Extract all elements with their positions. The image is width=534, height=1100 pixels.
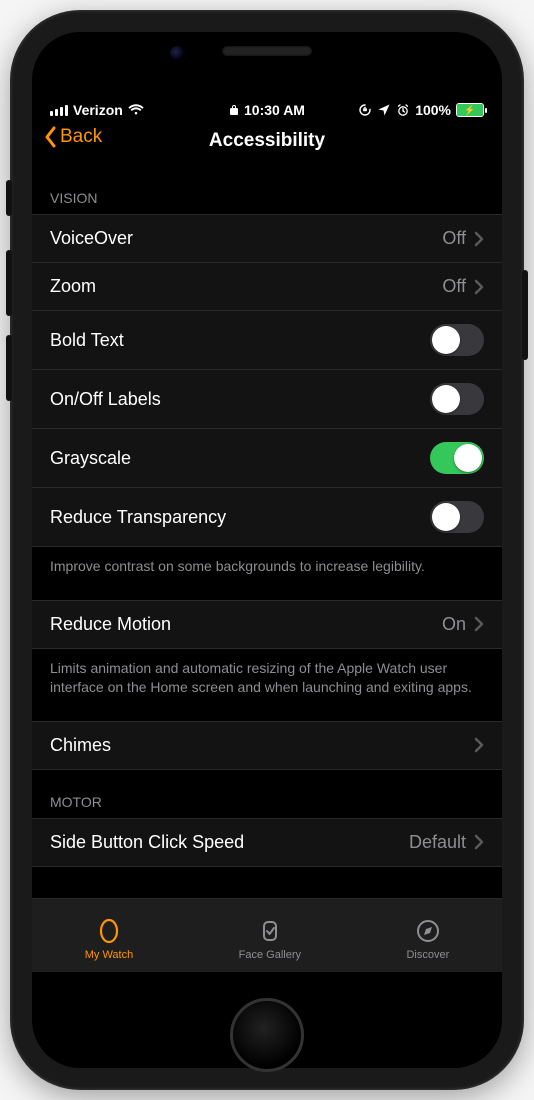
- battery-percent: 100%: [415, 102, 451, 118]
- note-reduce-motion: Limits animation and automatic resizing …: [32, 649, 502, 701]
- section-header-vision: VISION: [32, 166, 502, 214]
- row-label: On/Off Labels: [50, 389, 161, 410]
- tab-face-gallery[interactable]: Face Gallery: [239, 917, 301, 961]
- section-header-motor: MOTOR: [32, 770, 502, 818]
- note-reduce-transparency: Improve contrast on some backgrounds to …: [32, 547, 502, 580]
- toggle-onoff-labels[interactable]: [430, 383, 484, 415]
- row-reduce-motion[interactable]: Reduce Motion On: [32, 600, 502, 649]
- device-speaker: [222, 46, 312, 56]
- device-frame: Verizon 10:30 AM: [10, 10, 524, 1090]
- carrier-label: Verizon: [73, 102, 123, 118]
- watch-icon: [95, 917, 123, 945]
- row-voiceover[interactable]: VoiceOver Off: [32, 214, 502, 263]
- row-label: Chimes: [50, 735, 111, 756]
- toggle-bold-text[interactable]: [430, 324, 484, 356]
- cellular-signal-icon: [50, 105, 68, 116]
- row-chimes[interactable]: Chimes: [32, 721, 502, 770]
- chevron-right-icon: [474, 279, 484, 295]
- orientation-lock-icon: [358, 103, 372, 117]
- toggle-grayscale[interactable]: [430, 442, 484, 474]
- back-label: Back: [60, 126, 102, 148]
- content-scroll[interactable]: VISION VoiceOver Off Zoom Off: [32, 166, 502, 898]
- row-value: On: [442, 614, 466, 635]
- page-title: Accessibility: [209, 130, 325, 152]
- tab-label: Discover: [406, 949, 449, 961]
- volume-down-button: [6, 335, 12, 401]
- row-label: VoiceOver: [50, 228, 133, 249]
- home-button[interactable]: [230, 998, 304, 1072]
- row-reduce-transparency: Reduce Transparency: [32, 488, 502, 547]
- alarm-icon: [396, 103, 410, 117]
- tab-label: My Watch: [85, 949, 134, 961]
- power-button: [522, 270, 528, 360]
- location-icon: [377, 103, 391, 117]
- row-label: Grayscale: [50, 448, 131, 469]
- chevron-right-icon: [474, 737, 484, 753]
- nav-bar: Back Accessibility: [32, 124, 502, 166]
- tab-discover[interactable]: Discover: [406, 917, 449, 961]
- status-time: 10:30 AM: [244, 102, 305, 118]
- row-label: Bold Text: [50, 330, 124, 351]
- face-gallery-icon: [256, 917, 284, 945]
- row-grayscale: Grayscale: [32, 429, 502, 488]
- back-button[interactable]: Back: [44, 126, 102, 148]
- chevron-right-icon: [474, 834, 484, 850]
- chevron-right-icon: [474, 231, 484, 247]
- screen: Verizon 10:30 AM: [32, 32, 502, 1068]
- row-value: Off: [442, 228, 466, 249]
- lock-icon: [229, 104, 239, 116]
- tab-my-watch[interactable]: My Watch: [85, 917, 134, 961]
- row-side-button-click-speed[interactable]: Side Button Click Speed Default: [32, 818, 502, 867]
- row-value: Default: [409, 832, 466, 853]
- tab-bar: My Watch Face Gallery Discover: [32, 898, 502, 972]
- row-label: Reduce Motion: [50, 614, 171, 635]
- battery-icon: ⚡: [456, 103, 484, 117]
- row-onoff-labels: On/Off Labels: [32, 370, 502, 429]
- wifi-icon: [128, 104, 144, 116]
- row-label: Side Button Click Speed: [50, 832, 244, 853]
- device-front-camera: [170, 46, 184, 60]
- row-label: Reduce Transparency: [50, 507, 226, 528]
- row-label: Zoom: [50, 276, 96, 297]
- row-value: Off: [442, 276, 466, 297]
- chevron-right-icon: [474, 616, 484, 632]
- compass-icon: [414, 917, 442, 945]
- tab-label: Face Gallery: [239, 949, 301, 961]
- row-bold-text: Bold Text: [32, 311, 502, 370]
- volume-up-button: [6, 250, 12, 316]
- mute-switch: [6, 180, 12, 216]
- row-zoom[interactable]: Zoom Off: [32, 263, 502, 311]
- toggle-reduce-transparency[interactable]: [430, 501, 484, 533]
